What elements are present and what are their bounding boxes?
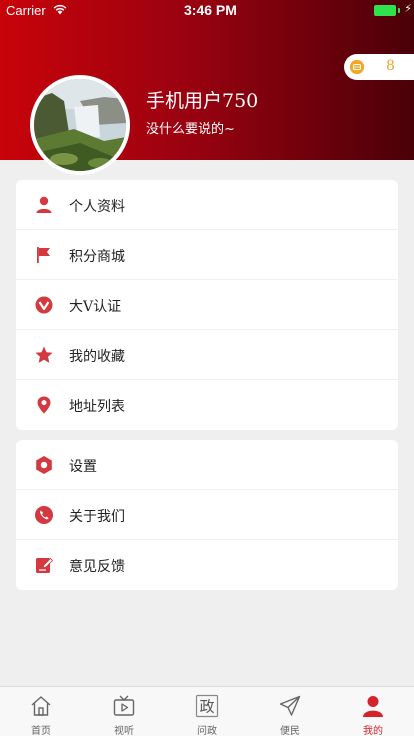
home-icon [31,696,51,716]
tab-home[interactable]: 首页 [0,687,82,736]
clock: 3:46 PM [184,2,237,18]
send-icon [279,695,301,716]
points-value: 8 [386,58,395,74]
menu-item-feedback[interactable]: 意见反馈 [16,540,398,590]
gear-icon [36,456,52,474]
menu-item-favorites[interactable]: 我的收藏 [16,330,398,380]
menu-item-profile[interactable]: 个人资料 [16,180,398,230]
menu-label: 关于我们 [69,509,125,525]
tab-label: 视听 [114,726,134,736]
menu-label: 我的收藏 [69,349,125,365]
tab-bar: 首页 视听 政 问政 便民 我的 [0,686,414,736]
coin-icon [350,60,364,74]
avatar[interactable] [30,75,130,175]
points-badge[interactable]: 8 [344,54,414,80]
person-icon [36,196,52,213]
menu-item-about-us[interactable]: 关于我们 [16,490,398,540]
menu-label: 设置 [69,459,97,475]
username[interactable]: 手机用户750 [146,86,258,113]
carrier-label: Carrier [6,3,46,18]
signature: 没什么要说的~ [146,122,235,137]
menu-label: 积分商城 [69,249,125,265]
charging-icon: ⚡ [404,2,412,15]
profile-icon [363,696,383,717]
menu-card-primary: 个人资料 积分商城 大V认证 我的收藏 地址列表 [16,180,398,430]
menu-label: 地址列表 [69,399,125,415]
menu-item-settings[interactable]: 设置 [16,440,398,490]
tab-label: 便民 [280,726,300,736]
tv-play-icon [113,695,135,716]
menu-item-points-mall[interactable]: 积分商城 [16,230,398,280]
star-icon [35,346,53,363]
tab-convenience[interactable]: 便民 [249,687,331,736]
tab-label: 我的 [363,726,383,736]
wifi-icon [53,4,67,15]
avatar-image [34,79,126,171]
tab-label: 首页 [31,726,51,736]
tab-audiovisual[interactable]: 视听 [83,687,165,736]
tab-inquiry[interactable]: 政 问政 [166,687,248,736]
menu-item-address-list[interactable]: 地址列表 [16,380,398,430]
zheng-icon: 政 [195,694,219,718]
menu-label: 大V认证 [69,299,122,315]
status-bar: Carrier 3:46 PM ⚡ [0,0,414,22]
menu-label: 个人资料 [69,199,125,215]
menu-label: 意见反馈 [69,559,125,575]
v-badge-icon [35,296,53,314]
phone-icon [35,506,53,524]
edit-icon [36,557,54,573]
flag-icon [37,247,50,263]
zheng-glyph: 政 [199,698,214,716]
menu-card-secondary: 设置 关于我们 意见反馈 [16,440,398,590]
location-pin-icon [37,396,51,414]
tab-label: 问政 [197,726,217,736]
battery-icon [374,5,396,16]
battery-tip [398,8,400,13]
tab-mine[interactable]: 我的 [332,687,414,736]
menu-item-verification[interactable]: 大V认证 [16,280,398,330]
